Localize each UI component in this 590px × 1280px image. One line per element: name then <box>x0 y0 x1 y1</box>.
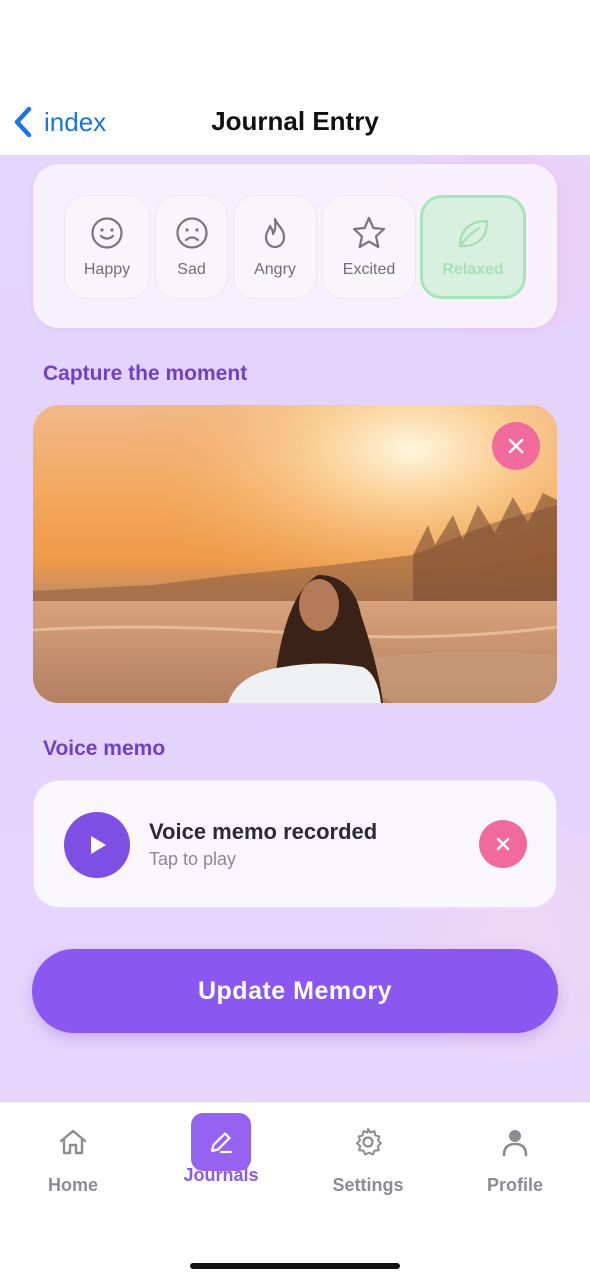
smile-icon <box>91 217 123 249</box>
tab-journals[interactable]: Journals <box>166 1113 276 1203</box>
play-button[interactable] <box>64 812 130 878</box>
update-memory-button[interactable]: Update Memory <box>32 949 558 1033</box>
mood-excited[interactable]: Excited <box>322 195 416 299</box>
person-icon <box>502 1130 528 1157</box>
home-icon <box>59 1129 87 1155</box>
play-icon <box>91 836 106 854</box>
remove-photo-button[interactable] <box>492 422 540 470</box>
mood-relaxed[interactable]: Relaxed <box>420 195 526 299</box>
star-icon <box>352 216 386 249</box>
tab-settings[interactable]: Settings <box>313 1113 423 1203</box>
close-icon <box>508 438 524 454</box>
page-title: Journal Entry <box>211 106 379 136</box>
mood-label: Excited <box>342 261 396 278</box>
mood-label: Relaxed <box>442 261 504 278</box>
mood-label: Angry <box>254 261 296 278</box>
remove-voice-memo-button[interactable] <box>479 820 527 868</box>
mood-selector: Happy Sad Angry Excited Relaxed <box>33 164 557 328</box>
voice-section-label: Voice memo <box>43 737 166 760</box>
photo-section-label: Capture the moment <box>43 362 248 385</box>
tab-label: Journals <box>183 1165 259 1185</box>
memory-photo[interactable] <box>33 405 557 703</box>
mood-happy[interactable]: Happy <box>64 195 150 299</box>
status-bar <box>0 0 590 80</box>
voice-memo-card: Voice memo recorded Tap to play <box>33 780 557 908</box>
tab-home[interactable]: Home <box>18 1113 128 1203</box>
home-indicator[interactable] <box>190 1263 400 1269</box>
voice-memo-title: Voice memo recorded <box>149 819 378 844</box>
close-icon <box>496 837 510 851</box>
tab-bar: Home Journals Settings Profile <box>0 1102 590 1280</box>
main-content: Happy Sad Angry Excited Relaxed Capture … <box>0 156 590 1102</box>
mood-label: Happy <box>83 261 131 278</box>
mood-angry[interactable]: Angry <box>233 195 317 299</box>
tab-label: Profile <box>486 1175 543 1195</box>
mood-sad[interactable]: Sad <box>155 195 228 299</box>
mood-label: Sad <box>177 261 206 278</box>
leaf-icon <box>458 219 489 248</box>
tab-profile[interactable]: Profile <box>460 1113 570 1203</box>
tab-label: Home <box>47 1175 98 1195</box>
voice-memo-subtitle[interactable]: Tap to play <box>149 849 236 870</box>
tab-label: Settings <box>332 1175 404 1195</box>
gear-icon <box>356 1128 382 1156</box>
beach-photo <box>33 405 557 703</box>
flame-icon <box>264 217 286 249</box>
navigation-bar: index Journal Entry <box>0 80 590 156</box>
pencil-icon <box>210 1132 233 1154</box>
frown-icon <box>175 217 208 249</box>
